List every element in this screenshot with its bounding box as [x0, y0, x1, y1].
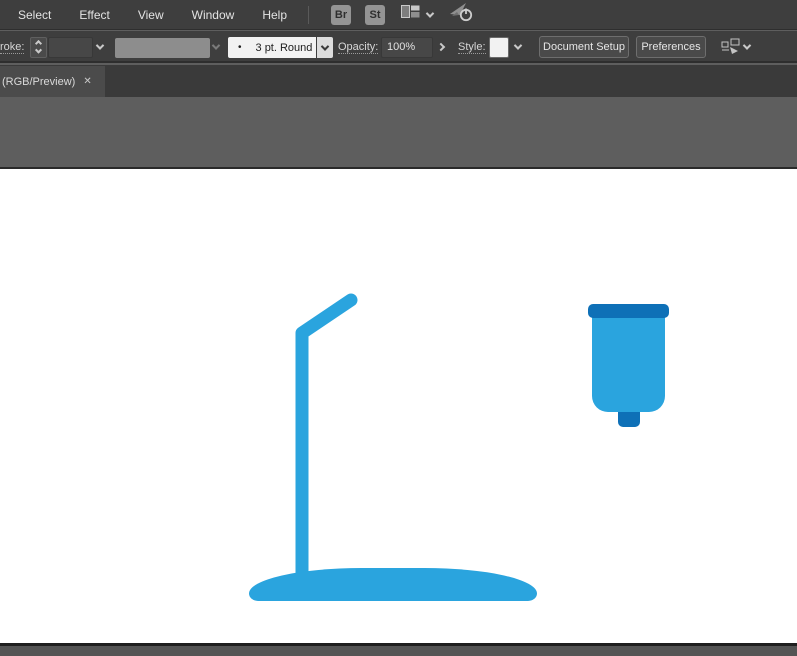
stroke-label[interactable]: roke:	[0, 41, 25, 54]
stroke-weight-stepper[interactable]	[30, 37, 47, 58]
menu-window[interactable]: Window	[179, 0, 248, 30]
menu-bar: Select Effect View Window Help Br St	[0, 0, 797, 30]
menu-view[interactable]: View	[125, 0, 177, 30]
brush-definition-dropdown[interactable]: • 3 pt. Round	[228, 37, 316, 58]
gpu-performance-icon	[449, 1, 475, 28]
stroke-weight-field[interactable]	[48, 37, 93, 58]
style-label[interactable]: Style:	[458, 41, 486, 54]
chevron-down-icon	[320, 41, 330, 51]
workspace-switcher[interactable]	[401, 5, 435, 24]
width-profile-chevron-icon	[211, 41, 221, 50]
width-profile-dropdown[interactable]	[115, 38, 210, 58]
brush-definition-chevron[interactable]	[317, 37, 333, 58]
menu-select[interactable]: Select	[5, 0, 64, 30]
align-icon[interactable]	[721, 38, 742, 61]
bridge-button[interactable]: Br	[331, 4, 351, 25]
document-setup-button[interactable]: Document Setup	[539, 36, 629, 58]
menu-help[interactable]: Help	[249, 0, 300, 30]
menubar-divider	[308, 5, 309, 24]
document-tab-label: (RGB/Preview)	[2, 75, 76, 88]
opacity-label[interactable]: Opacity:	[338, 41, 379, 54]
stroke-weight-dropdown-icon[interactable]	[95, 41, 105, 50]
control-bar: roke: • 3 pt. Round Opacity: 100% Style:…	[0, 31, 797, 63]
preferences-button[interactable]: Preferences	[636, 36, 706, 58]
align-dropdown-icon[interactable]	[742, 41, 752, 50]
document-tab-bar: (RGB/Preview) ✕	[0, 65, 797, 97]
stepper-down-icon	[34, 46, 43, 54]
gpu-performance-button[interactable]	[449, 1, 475, 28]
opacity-expand-icon[interactable]	[436, 42, 446, 52]
pasteboard	[0, 97, 797, 167]
opacity-field[interactable]: 100%	[381, 37, 433, 58]
tab-close-icon[interactable]: ✕	[83, 76, 91, 87]
container-body-shape[interactable]	[592, 311, 665, 412]
container-rim-shape[interactable]	[588, 304, 669, 318]
illustrator-window: Select Effect View Window Help Br St rok…	[0, 0, 797, 656]
lamp-base-shape[interactable]	[249, 568, 537, 601]
chevron-down-icon	[425, 8, 435, 18]
lamp-pole-path[interactable]	[295, 293, 358, 586]
workspace-layout-icon	[401, 5, 420, 24]
pasteboard-bottom	[0, 646, 797, 656]
style-dropdown-icon[interactable]	[513, 41, 523, 50]
stock-button[interactable]: St	[365, 4, 385, 25]
document-tab[interactable]: (RGB/Preview) ✕	[0, 66, 105, 97]
brush-definition-value: 3 pt. Round	[255, 41, 313, 54]
menu-effect[interactable]: Effect	[66, 0, 122, 30]
artboard	[0, 169, 797, 643]
style-swatch[interactable]	[489, 37, 509, 58]
brush-preview-dot: •	[238, 42, 242, 53]
